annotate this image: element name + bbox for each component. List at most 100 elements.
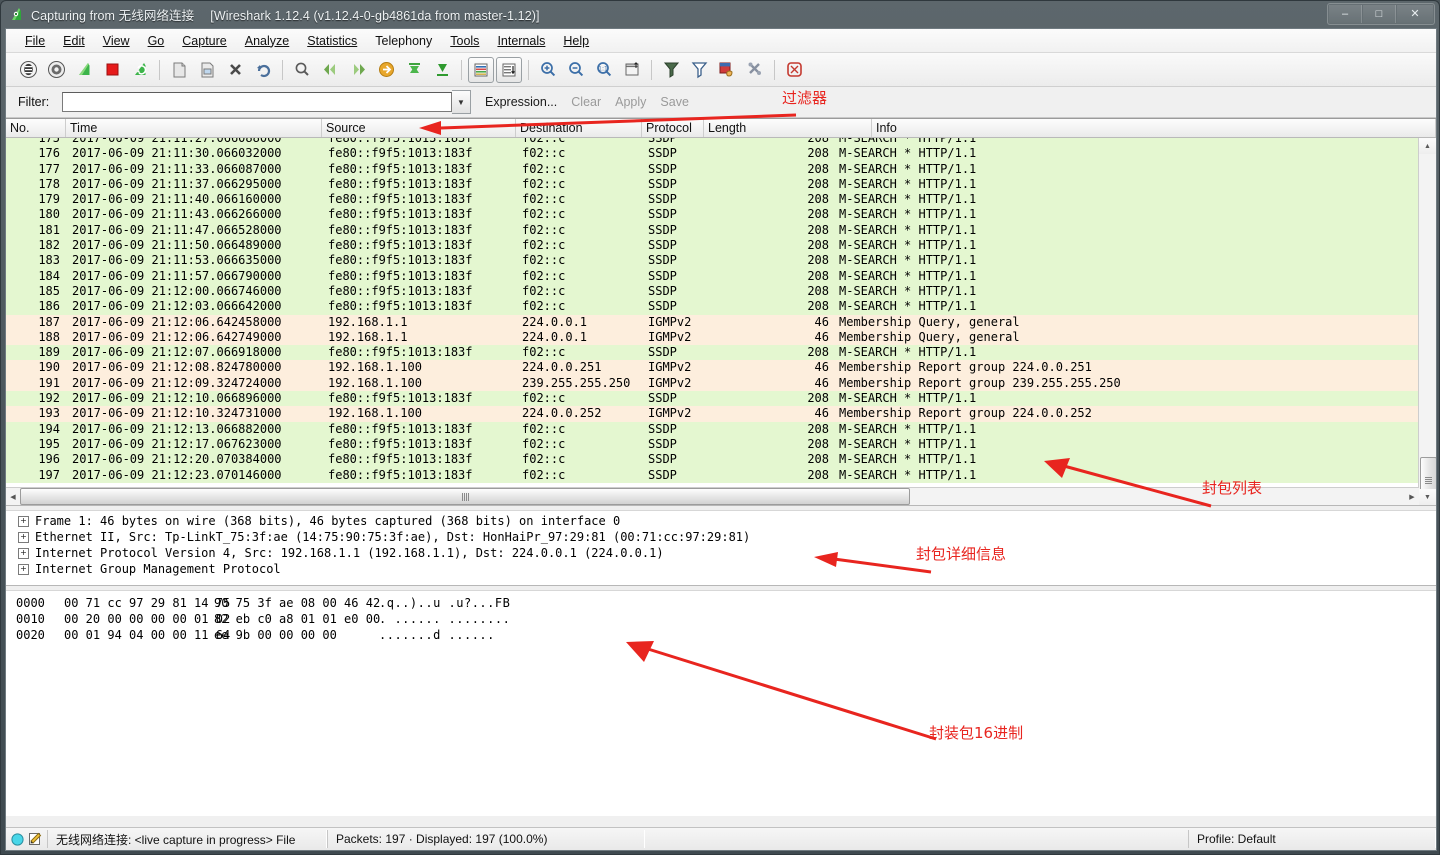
packet-details-pane[interactable]: + Frame 1: 46 bytes on wire (368 bits), 4… [6,511,1436,585]
filter-input[interactable] [62,92,452,112]
find-packet-icon[interactable] [288,57,316,83]
packet-row[interactable]: 187 2017-06-09 21:12:06.642458000 192.168.… [6,314,1419,330]
close-button[interactable]: ✕ [1397,5,1433,23]
go-back-icon[interactable] [316,57,344,83]
expand-icon[interactable]: + [18,531,29,543]
packet-list-body[interactable]: 175 2017-06-09 21:11:27.066088000 fe80::f9… [6,138,1419,488]
packet-bytes-pane[interactable]: 0000 00 71 cc 97 29 81 14 75 90 75 3f ae 0… [6,591,1436,816]
menu-internals[interactable]: Internals [488,32,554,50]
menu-help[interactable]: Help [554,32,598,50]
menu-file[interactable]: File [16,32,54,50]
packet-row[interactable]: 191 2017-06-09 21:12:09.324724000 192.168.… [6,375,1419,392]
packet-row[interactable]: 186 2017-06-09 21:12:03.066642000 fe80::f9… [6,299,1419,315]
menu-telephony[interactable]: Telephony [366,32,441,50]
packet-list-horizontal-scrollbar[interactable]: ◀ ▶ [6,487,1419,505]
menu-tools[interactable]: Tools [441,32,488,50]
packet-row[interactable]: 196 2017-06-09 21:12:20.070384000 fe80::f9… [6,452,1419,468]
packet-row[interactable]: 180 2017-06-09 21:11:43.066266000 fe80::f9… [6,207,1419,223]
close-file-icon[interactable] [221,57,249,83]
list-interfaces-icon[interactable] [14,57,42,83]
packet-row[interactable]: 181 2017-06-09 21:11:47.066528000 fe80::f9… [6,222,1419,239]
hex-row[interactable]: 0010 00 20 00 00 00 00 01 02 82 eb c0 a8 0… [6,611,1436,627]
hex-row[interactable]: 0000 00 71 cc 97 29 81 14 75 90 75 3f ae 0… [6,595,1436,611]
packet-row[interactable]: 194 2017-06-09 21:12:13.066882000 fe80::f9… [6,421,1419,437]
packet-row[interactable]: 190 2017-06-09 21:12:08.824780000 192.168.… [6,360,1419,376]
packet-row[interactable]: 179 2017-06-09 21:11:40.066160000 fe80::f9… [6,192,1419,208]
packet-row[interactable]: 193 2017-06-09 21:12:10.324731000 192.168.… [6,406,1419,422]
restart-capture-icon[interactable] [126,57,154,83]
packet-row[interactable]: 177 2017-06-09 21:11:33.066087000 fe80::f9… [6,161,1419,177]
packet-row[interactable]: 192 2017-06-09 21:12:10.066896000 fe80::f9… [6,391,1419,407]
open-file-icon[interactable] [165,57,193,83]
column-header-no[interactable]: No. [6,119,66,137]
packet-row[interactable]: 197 2017-06-09 21:12:23.070146000 fe80::f9… [6,467,1419,483]
packet-list-vertical-scrollbar[interactable]: ▲ ▼ [1418,138,1436,505]
detail-row[interactable]: + Internet Group Management Protocol [6,561,1436,577]
packet-row[interactable]: 175 2017-06-09 21:11:27.066088000 fe80::f9… [6,138,1419,147]
zoom-out-icon[interactable] [562,57,590,83]
scroll-up-icon[interactable]: ▲ [1419,138,1436,154]
clear-filter-button[interactable]: Clear [571,95,601,109]
auto-scroll-icon[interactable] [496,56,522,83]
go-to-packet-icon[interactable] [372,57,400,83]
go-last-packet-icon[interactable] [428,57,456,83]
colorize-icon[interactable] [468,56,494,83]
filter-dropdown-button[interactable]: ▼ [452,90,471,114]
capture-filters-icon[interactable] [657,57,685,83]
menu-analyze[interactable]: Analyze [236,32,298,50]
column-header-source[interactable]: Source [322,119,516,137]
zoom-reset-icon[interactable]: 1:1 [590,57,618,83]
expression-button[interactable]: Expression... [485,95,557,109]
column-header-protocol[interactable]: Protocol [642,119,704,137]
detail-row[interactable]: + Internet Protocol Version 4, Src: 192.1… [6,545,1436,561]
column-header-time[interactable]: Time [66,119,322,137]
menu-capture[interactable]: Capture [173,32,235,50]
expand-icon[interactable]: + [18,515,29,527]
packet-row[interactable]: 183 2017-06-09 21:11:53.066635000 fe80::f9… [6,253,1419,269]
menu-statistics[interactable]: Statistics [298,32,366,50]
packet-row[interactable]: 185 2017-06-09 21:12:00.066746000 fe80::f9… [6,283,1419,300]
column-header-destination[interactable]: Destination [516,119,642,137]
stop-capture-icon[interactable] [98,57,126,83]
column-header-info[interactable]: Info [872,119,1436,137]
scroll-left-icon[interactable]: ◀ [6,489,20,504]
display-filters-icon[interactable] [685,57,713,83]
resize-columns-icon[interactable] [618,57,646,83]
expand-icon[interactable]: + [18,563,29,575]
packet-row[interactable]: 178 2017-06-09 21:11:37.066295000 fe80::f9… [6,176,1419,193]
detail-row[interactable]: + Frame 1: 46 bytes on wire (368 bits), 4… [6,513,1436,529]
packet-time-cell: 2017-06-09 21:12:10.066896000 [72,391,282,406]
apply-filter-button[interactable]: Apply [615,95,646,109]
capture-options-icon[interactable] [42,57,70,83]
packet-row[interactable]: 176 2017-06-09 21:11:30.066032000 fe80::f9… [6,146,1419,162]
packet-destination-cell: f02::c [522,176,566,191]
packet-row[interactable]: 184 2017-06-09 21:11:57.066790000 fe80::f9… [6,268,1419,284]
detail-row[interactable]: + Ethernet II, Src: Tp-LinkT_75:3f:ae (14… [6,529,1436,545]
menu-go[interactable]: Go [139,32,174,50]
save-filter-button[interactable]: Save [660,95,689,109]
packet-row[interactable]: 189 2017-06-09 21:12:07.066918000 fe80::f9… [6,345,1419,361]
hex-row[interactable]: 0020 00 01 94 04 00 00 11 64 ee 9b 00 00 0… [6,627,1436,643]
start-capture-icon[interactable] [70,57,98,83]
horizontal-scroll-thumb[interactable] [20,488,910,505]
go-first-packet-icon[interactable] [400,57,428,83]
minimize-button[interactable]: – [1329,5,1362,23]
coloring-rules-icon[interactable] [713,57,741,83]
maximize-button[interactable]: □ [1363,5,1396,23]
help-icon[interactable] [780,57,808,83]
scroll-down-icon[interactable]: ▼ [1419,489,1436,505]
packet-row[interactable]: 195 2017-06-09 21:12:17.067623000 fe80::f9… [6,436,1419,453]
preferences-icon[interactable] [741,57,769,83]
menu-edit[interactable]: Edit [54,32,94,50]
profile-status[interactable]: Profile: Default [1188,830,1436,848]
menu-view[interactable]: View [94,32,139,50]
scroll-right-icon[interactable]: ▶ [1405,489,1419,504]
save-file-icon[interactable] [193,57,221,83]
packet-row[interactable]: 182 2017-06-09 21:11:50.066489000 fe80::f9… [6,238,1419,254]
go-forward-icon[interactable] [344,57,372,83]
zoom-in-icon[interactable] [534,57,562,83]
reload-icon[interactable] [249,57,277,83]
column-header-length[interactable]: Length [704,119,872,137]
packet-row[interactable]: 188 2017-06-09 21:12:06.642749000 192.168.… [6,329,1419,346]
expand-icon[interactable]: + [18,547,29,559]
